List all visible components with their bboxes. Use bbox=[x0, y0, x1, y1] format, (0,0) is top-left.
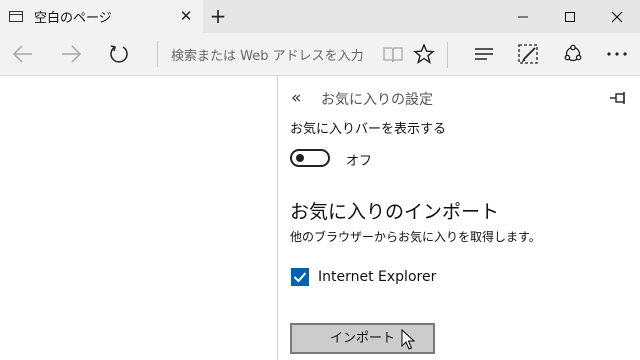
web-note-button[interactable] bbox=[511, 38, 545, 70]
favorites-bar-toggle[interactable] bbox=[290, 149, 330, 167]
internet-explorer-checkbox[interactable] bbox=[291, 268, 309, 286]
tab-blank-page[interactable]: 空白のページ ✕ bbox=[0, 0, 203, 33]
toggle-knob bbox=[296, 154, 304, 162]
tab-close-button[interactable]: ✕ bbox=[178, 6, 194, 26]
minimize-icon bbox=[518, 16, 528, 17]
back-arrow-icon bbox=[12, 45, 32, 63]
reading-view-button[interactable] bbox=[376, 38, 410, 70]
import-heading: お気に入りのインポート bbox=[290, 201, 500, 223]
panel-title: お気に入りの設定 bbox=[321, 92, 433, 108]
forward-arrow-icon bbox=[62, 45, 82, 63]
toggle-state-label: オフ bbox=[346, 154, 373, 169]
pin-panel-button[interactable] bbox=[608, 89, 628, 107]
new-tab-button[interactable]: + bbox=[205, 4, 231, 28]
forward-button[interactable] bbox=[54, 38, 88, 70]
toolbar-separator bbox=[447, 42, 448, 68]
back-button[interactable] bbox=[6, 38, 40, 70]
address-separator bbox=[157, 41, 158, 67]
mouse-cursor-icon bbox=[401, 329, 415, 350]
minimize-button[interactable] bbox=[500, 0, 546, 33]
page-icon bbox=[9, 11, 23, 22]
maximize-button[interactable] bbox=[547, 0, 593, 33]
address-input[interactable]: 検索または Web アドレスを入力 bbox=[171, 45, 364, 64]
refresh-icon bbox=[110, 45, 128, 63]
star-icon bbox=[413, 43, 435, 64]
page-content bbox=[0, 76, 277, 360]
book-icon bbox=[383, 47, 403, 63]
hub-icon bbox=[475, 48, 493, 60]
share-icon bbox=[564, 44, 582, 62]
favorites-settings-panel: « お気に入りの設定 お気に入りバーを表示する オフ お気に入りのインポート 他… bbox=[278, 76, 640, 360]
navigation-bar: 検索または Web アドレスを入力 bbox=[0, 33, 640, 76]
hub-button[interactable] bbox=[467, 38, 501, 70]
tab-title: 空白のページ bbox=[34, 11, 112, 26]
close-window-button[interactable] bbox=[594, 0, 640, 33]
panel-header: « お気に入りの設定 bbox=[278, 76, 640, 120]
refresh-button[interactable] bbox=[102, 38, 136, 70]
checkmark-icon bbox=[293, 272, 307, 283]
import-description: 他のブラウザーからお気に入りを取得します。 bbox=[290, 230, 541, 244]
favorites-bar-label: お気に入りバーを表示する bbox=[290, 122, 447, 137]
maximize-icon bbox=[565, 11, 575, 22]
internet-explorer-label: Internet Explorer bbox=[318, 269, 437, 285]
web-note-icon bbox=[518, 44, 538, 64]
panel-back-button[interactable]: « bbox=[291, 88, 301, 108]
share-button[interactable] bbox=[556, 38, 590, 70]
add-favorite-button[interactable] bbox=[407, 38, 441, 70]
more-button[interactable] bbox=[600, 38, 634, 70]
title-bar: 空白のページ ✕ + bbox=[0, 0, 640, 33]
more-icon bbox=[607, 52, 627, 56]
panel-body: お気に入りバーを表示する オフ お気に入りのインポート 他のブラウザーからお気に… bbox=[278, 120, 640, 360]
close-icon bbox=[611, 11, 623, 22]
pin-icon bbox=[610, 92, 625, 104]
